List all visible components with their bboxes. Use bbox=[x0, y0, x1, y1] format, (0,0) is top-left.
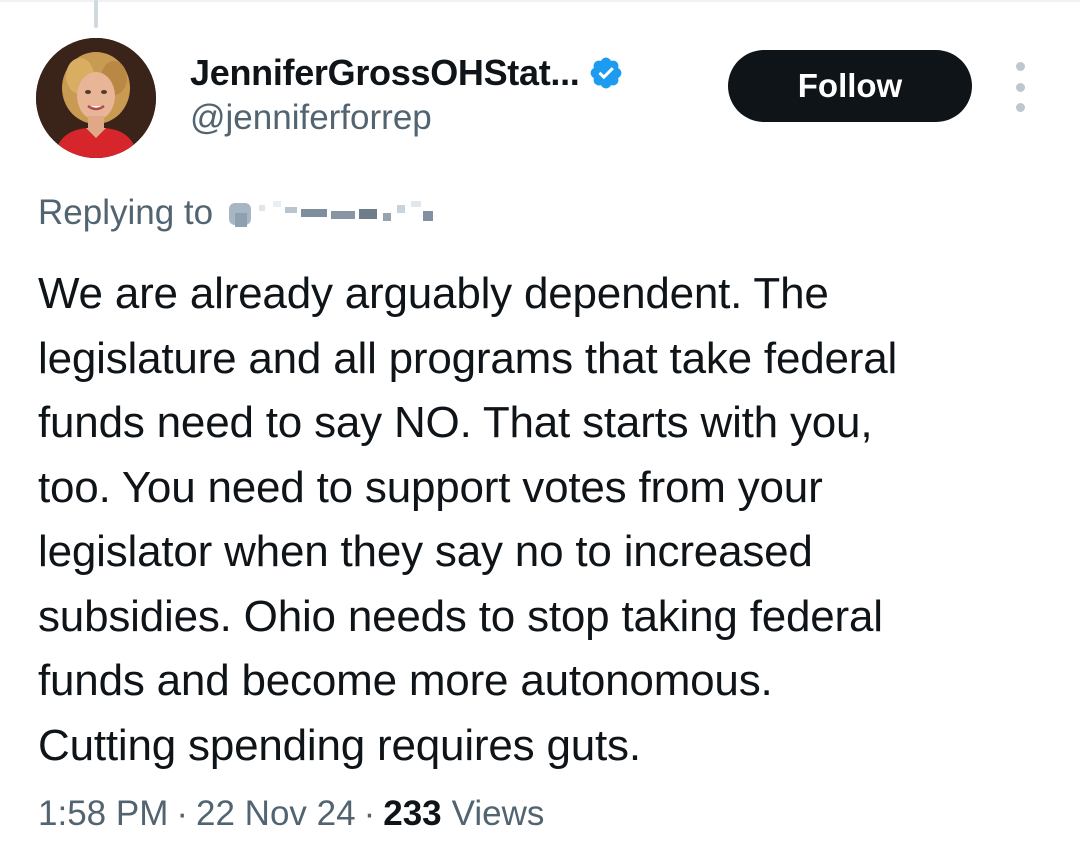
meta-separator: · bbox=[363, 794, 376, 833]
tweet-body-text: We are already arguably dependent. The l… bbox=[38, 269, 898, 770]
replying-to-line: Replying to bbox=[38, 190, 455, 236]
author-display-name[interactable]: JenniferGrossOHStat... bbox=[190, 52, 580, 94]
verified-badge-icon bbox=[590, 57, 621, 89]
top-border bbox=[0, 0, 1080, 2]
author-name-row[interactable]: JenniferGrossOHStat... bbox=[190, 50, 624, 96]
more-dot bbox=[1015, 62, 1025, 71]
replying-to-label: Replying to bbox=[38, 193, 214, 232]
follow-button[interactable]: Follow bbox=[728, 50, 972, 122]
meta-separator: · bbox=[176, 794, 189, 833]
tweet-metadata: 1:58 PM · 22 Nov 24 · 233 Views bbox=[38, 794, 544, 834]
more-dot bbox=[1015, 82, 1025, 92]
author-handle[interactable]: @jenniferforrep bbox=[190, 98, 432, 138]
views-label: Views bbox=[451, 794, 545, 833]
tweet-date[interactable]: 22 Nov 24 bbox=[196, 794, 356, 834]
avatar-photo bbox=[36, 38, 156, 158]
more-dot bbox=[1015, 103, 1025, 112]
thread-connector-line bbox=[94, 0, 98, 28]
avatar[interactable] bbox=[36, 38, 156, 158]
redacted-handle-blur[interactable] bbox=[223, 191, 455, 235]
tweet-time[interactable]: 1:58 PM bbox=[38, 794, 168, 834]
more-options-icon[interactable] bbox=[1004, 62, 1036, 112]
views-count: 233 bbox=[383, 794, 442, 833]
